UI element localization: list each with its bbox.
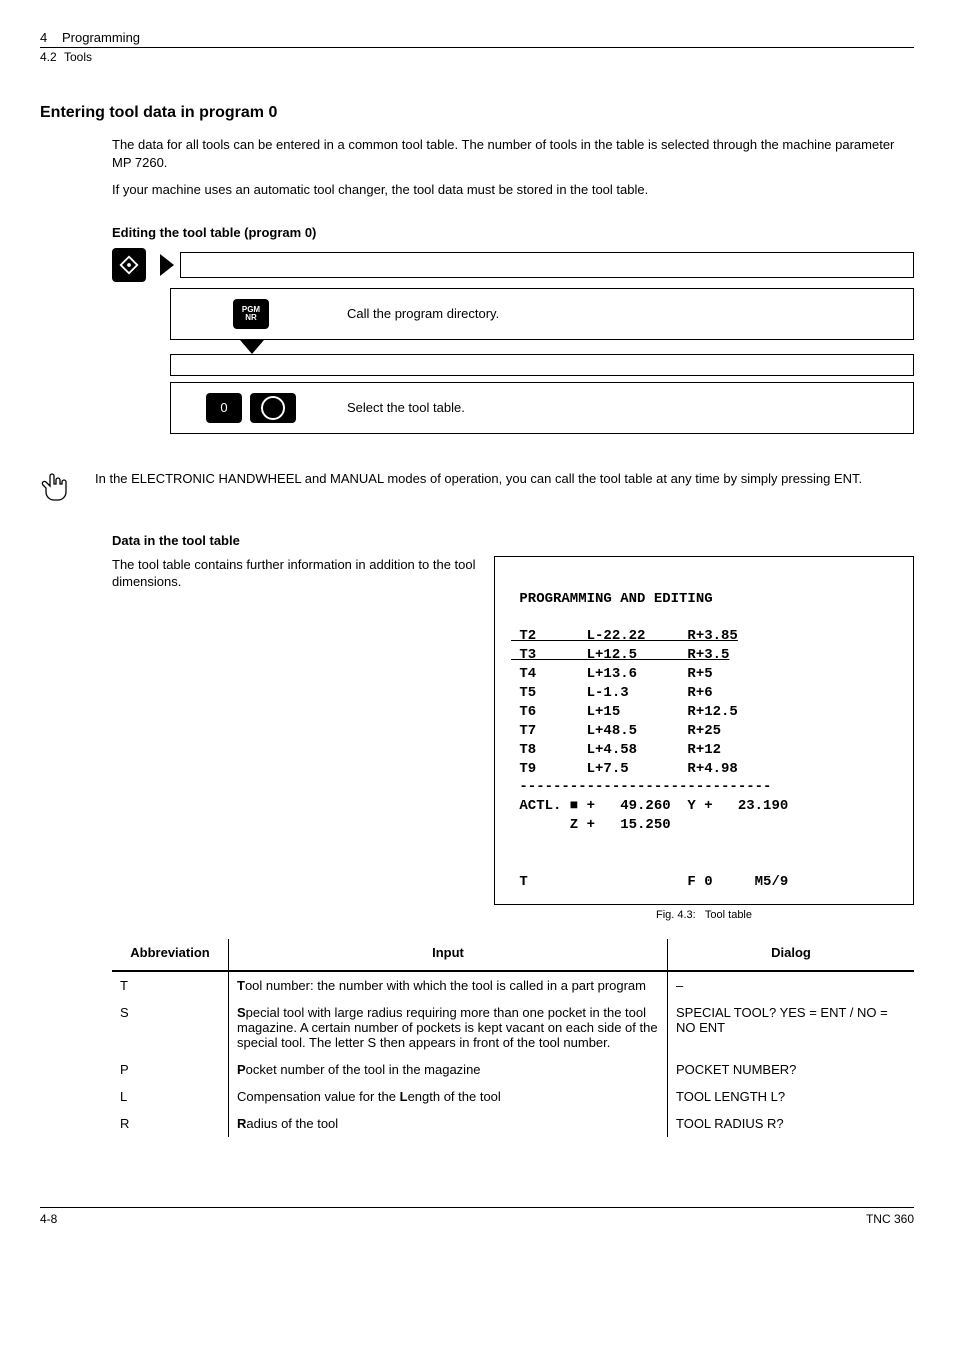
th-dialog: Dialog (668, 939, 915, 971)
ent-key[interactable] (250, 393, 296, 423)
sequence-bar-2 (170, 354, 914, 376)
input-cell: Special tool with large radius requiring… (229, 999, 668, 1056)
pgm-nr-key[interactable]: PGM NR (233, 299, 269, 329)
input-cell: Compensation value for the Length of the… (229, 1083, 668, 1110)
right-arrow-icon (160, 254, 174, 276)
sequence-bar (180, 252, 914, 278)
down-arrow-icon (240, 340, 264, 354)
note-text: In the ELECTRONIC HANDWHEEL and MANUAL m… (95, 470, 914, 488)
section-title: Tools (64, 50, 92, 64)
page-footer: 4-8 TNC 360 (40, 1207, 914, 1226)
step-2: 0 Select the tool table. (170, 382, 914, 434)
input-cell: Tool number: the number with which the t… (229, 971, 668, 999)
th-abbr: Abbreviation (112, 939, 229, 971)
chapter-number: 4 (40, 30, 62, 45)
section-number: 4.2 (40, 50, 64, 64)
intro-paragraph-1: The data for all tools can be entered in… (112, 136, 914, 171)
input-cell: Pocket number of the tool in the magazin… (229, 1056, 668, 1083)
abbr-cell: R (112, 1110, 229, 1137)
step-2-text: Select the tool table. (331, 386, 913, 429)
note-block: In the ELECTRONIC HANDWHEEL and MANUAL m… (40, 470, 914, 507)
abbreviation-table: Abbreviation Input Dialog TTool number: … (112, 939, 914, 1137)
dialog-cell: POCKET NUMBER? (668, 1056, 915, 1083)
intro-paragraph-2: If your machine uses an automatic tool c… (112, 181, 914, 199)
dialog-cell: – (668, 971, 915, 999)
model-name: TNC 360 (866, 1212, 914, 1226)
abbr-cell: P (112, 1056, 229, 1083)
figure-caption: Fig. 4.3: Tool table (494, 909, 914, 921)
page-header: 4 Programming (40, 30, 914, 48)
page-number: 4-8 (40, 1212, 57, 1226)
dialog-cell: TOOL LENGTH L? (668, 1083, 915, 1110)
editing-mode-icon (112, 248, 146, 282)
heading-data-in-table: Data in the tool table (112, 533, 914, 548)
abbr-cell: T (112, 971, 229, 999)
dialog-cell: TOOL RADIUS R? (668, 1110, 915, 1137)
chapter-title: Programming (62, 30, 140, 45)
sequence-start (112, 248, 914, 282)
step-1: PGM NR Call the program directory. (170, 288, 914, 340)
heading-editing: Editing the tool table (program 0) (112, 225, 914, 240)
abbr-cell: L (112, 1083, 229, 1110)
step-1-text: Call the program directory. (331, 292, 913, 335)
zero-key-label: 0 (220, 400, 227, 415)
tool-table-screen: PROGRAMMING AND EDITING T2 L-22.22 R+3.8… (494, 556, 914, 905)
abbr-cell: S (112, 999, 229, 1056)
page-subheader: 4.2 Tools (40, 50, 914, 64)
pointing-hand-icon (40, 470, 95, 507)
dialog-cell: SPECIAL TOOL? YES = ENT / NO = NO ENT (668, 999, 915, 1056)
heading-entering: Entering tool data in program 0 (40, 104, 914, 122)
input-cell: Radius of the tool (229, 1110, 668, 1137)
zero-key[interactable]: 0 (206, 393, 242, 423)
data-in-table-desc: The tool table contains further informat… (112, 556, 478, 591)
th-input: Input (229, 939, 668, 971)
